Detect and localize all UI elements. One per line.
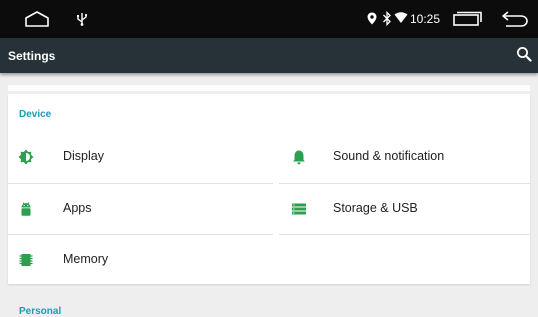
wifi-icon (394, 12, 408, 23)
tile-storage-usb[interactable]: Storage & USB (279, 184, 530, 234)
tile-display[interactable]: Display (8, 132, 273, 182)
search-icon (517, 47, 532, 62)
location-icon (367, 12, 377, 25)
status-bar: 10:25 (0, 0, 538, 38)
bell-icon (293, 150, 305, 165)
tile-apps[interactable]: Apps (8, 184, 273, 234)
section-title-personal: Personal (19, 306, 62, 317)
brightness-icon (18, 149, 34, 165)
usb-icon (77, 13, 88, 26)
recent-apps-icon[interactable] (451, 11, 483, 27)
status-time: 10:25 (410, 12, 441, 26)
divider (279, 234, 530, 235)
tile-label-sound: Sound & notification (333, 149, 445, 163)
memory-chip-icon (19, 254, 33, 266)
device-section-card: Device Display Sound & notification Apps (8, 94, 530, 284)
search-button[interactable] (516, 46, 532, 67)
bluetooth-icon (383, 11, 391, 26)
section-title-device: Device (19, 109, 52, 120)
storage-icon (292, 203, 306, 215)
previous-card-edge (8, 85, 530, 91)
home-icon[interactable] (24, 10, 50, 28)
tile-label-apps: Apps (63, 201, 92, 215)
page-title: Settings (8, 49, 56, 63)
tile-label-memory: Memory (63, 252, 109, 266)
android-icon (21, 202, 31, 216)
tile-memory[interactable]: Memory (8, 235, 273, 285)
tile-sound-notification[interactable]: Sound & notification (279, 132, 530, 182)
app-toolbar: Settings (0, 38, 538, 73)
back-icon[interactable] (500, 10, 530, 28)
tile-label-storage: Storage & USB (333, 201, 418, 215)
tile-label-display: Display (63, 149, 104, 163)
